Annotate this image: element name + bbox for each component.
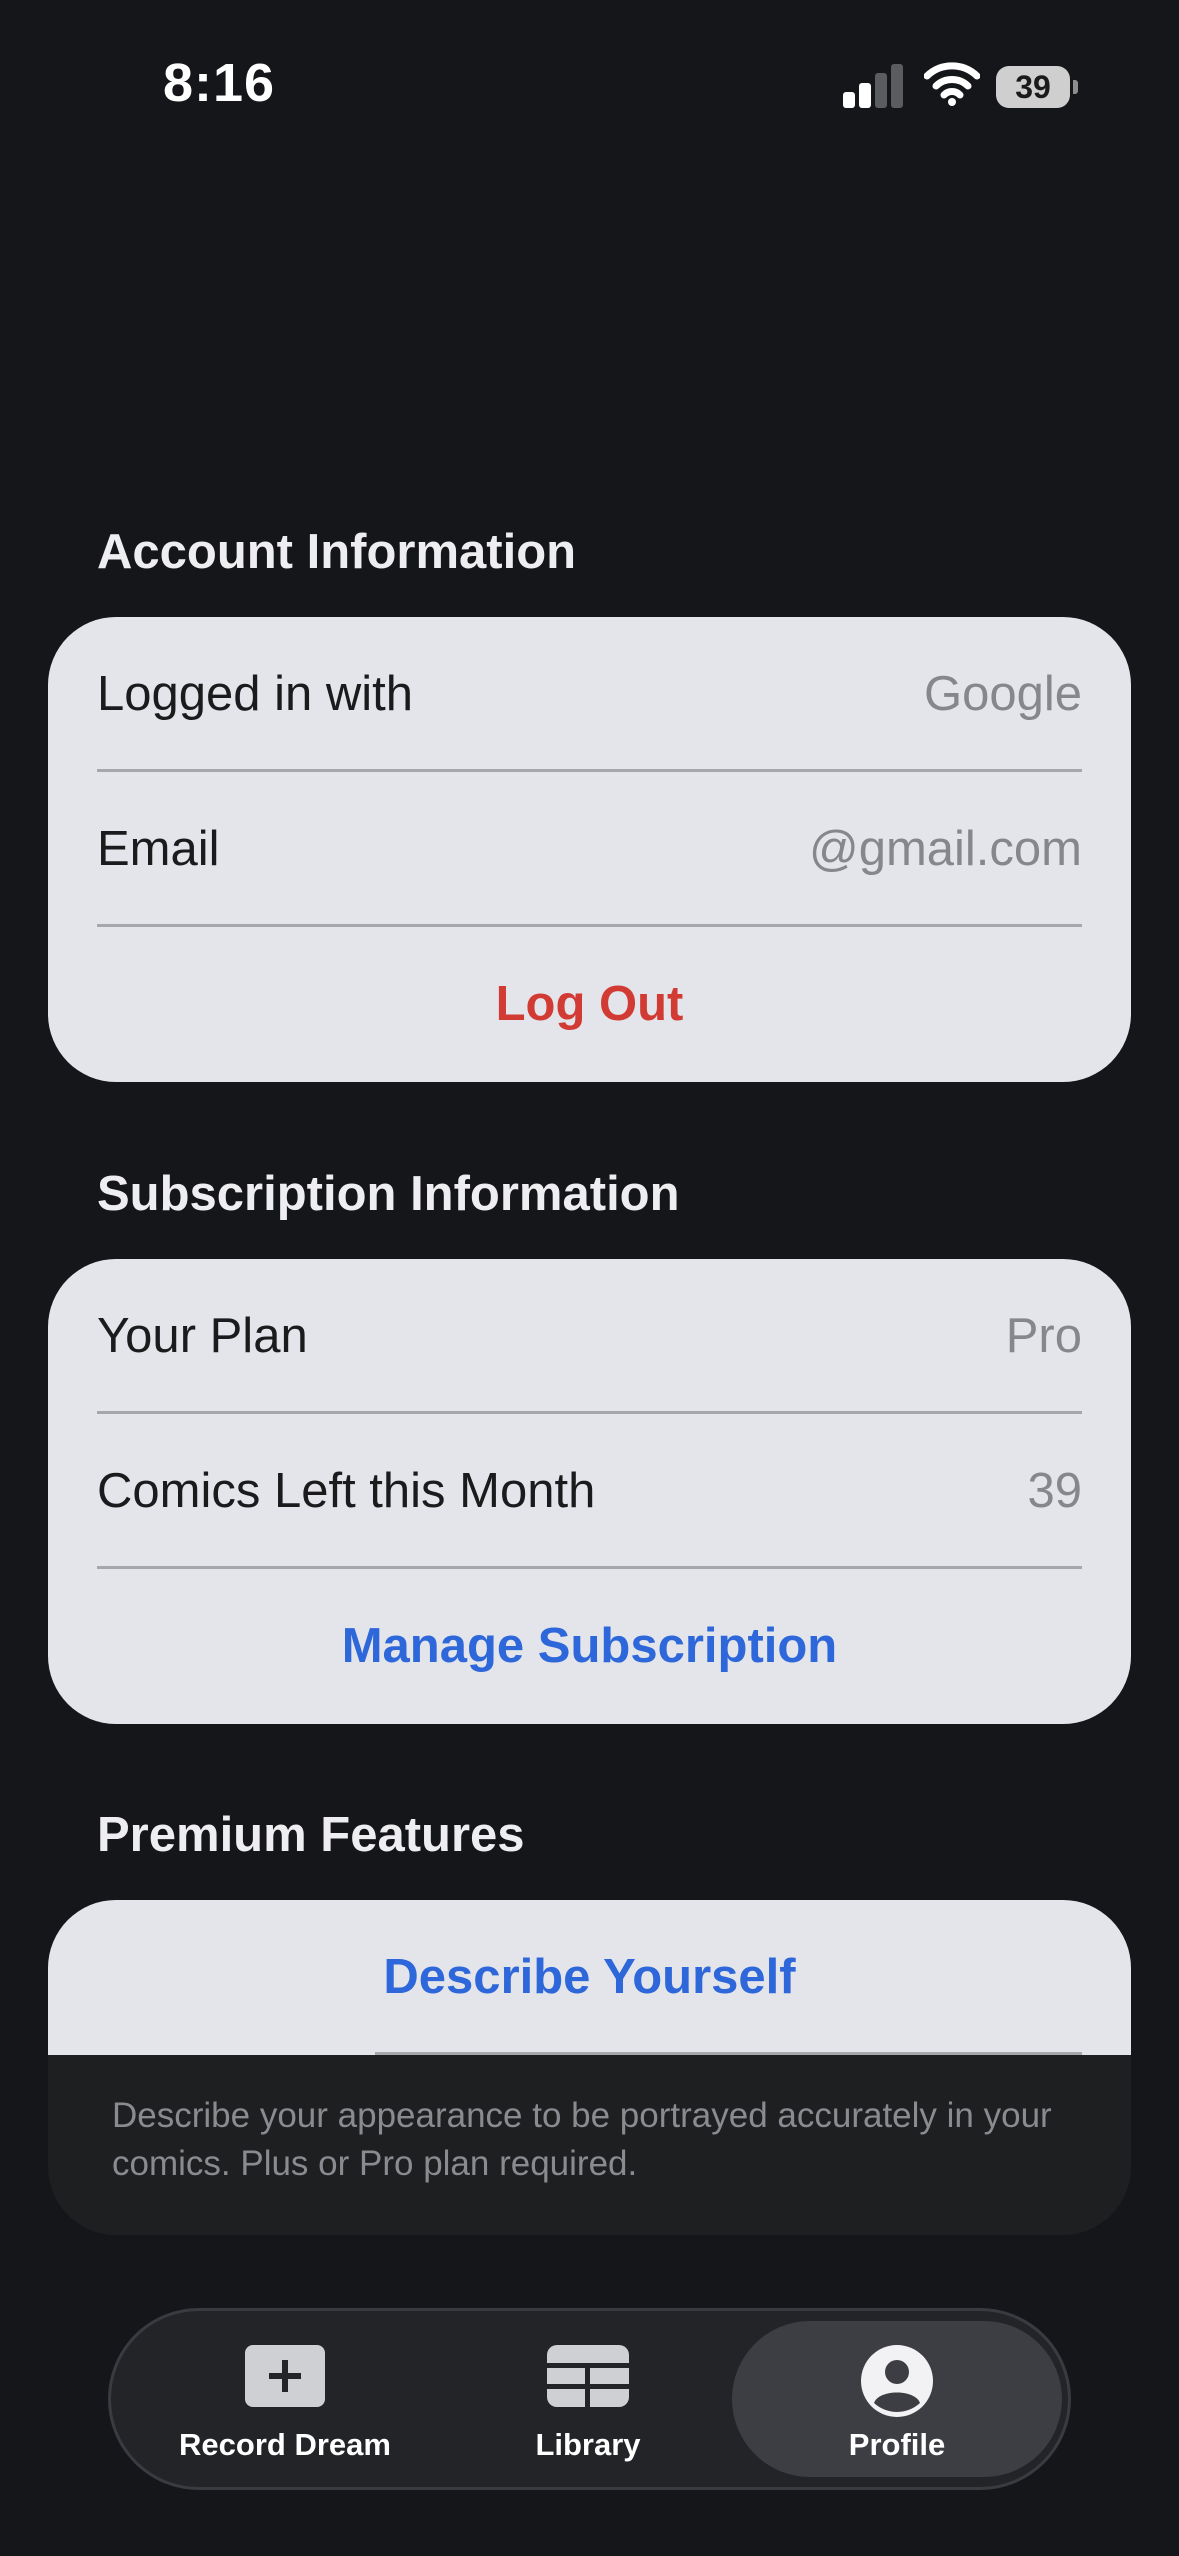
row-label: Comics Left this Month xyxy=(97,1464,596,1518)
subscription-card: Your Plan Pro Comics Left this Month 39 … xyxy=(48,1259,1131,1724)
row-label: Your Plan xyxy=(97,1309,308,1363)
cellular-signal-icon xyxy=(843,62,905,108)
tab-label: Profile xyxy=(848,2427,946,2462)
email-row: Email @gmail.com xyxy=(48,772,1131,927)
row-value: 39 xyxy=(1027,1464,1082,1518)
manage-subscription-button[interactable]: Manage Subscription xyxy=(48,1569,1131,1724)
grid-icon xyxy=(547,2345,629,2407)
tab-record-dream[interactable]: Record Dream xyxy=(111,2311,459,2487)
wifi-icon xyxy=(924,62,980,106)
divider xyxy=(97,924,1082,927)
account-section-title: Account Information xyxy=(97,525,577,579)
describe-yourself-button[interactable]: Describe Yourself xyxy=(48,1900,1131,2055)
row-label: Email xyxy=(97,822,220,876)
tab-bar: Record Dream Library Profile xyxy=(108,2308,1071,2490)
status-time: 8:16 xyxy=(163,53,276,113)
logged-in-with-row: Logged in with Google xyxy=(48,617,1131,772)
comics-left-row: Comics Left this Month 39 xyxy=(48,1414,1131,1569)
battery-percent: 39 xyxy=(1015,69,1051,105)
row-value: @gmail.com xyxy=(808,822,1082,876)
row-value: Google xyxy=(923,667,1082,721)
log-out-button[interactable]: Log Out xyxy=(48,927,1131,1082)
premium-note: Describe your appearance to be portrayed… xyxy=(112,2096,1052,2183)
premium-section-title: Premium Features xyxy=(97,1808,525,1862)
tab-profile[interactable]: Profile xyxy=(732,2321,1062,2477)
describe-yourself-row: Describe Yourself xyxy=(48,1900,1131,2055)
status-bar: 8:16 39 xyxy=(0,0,1179,170)
tab-library[interactable]: Library xyxy=(473,2311,703,2487)
battery-icon: 39 xyxy=(996,66,1078,108)
account-card: Logged in with Google Email @gmail.com L… xyxy=(48,617,1131,1082)
tab-label: Record Dream xyxy=(179,2427,391,2462)
divider xyxy=(97,1566,1082,1569)
row-label: Logged in with xyxy=(97,667,414,721)
subscription-section-title: Subscription Information xyxy=(97,1167,680,1221)
plan-row: Your Plan Pro xyxy=(48,1259,1131,1414)
tab-label: Library xyxy=(535,2427,641,2462)
row-value: Pro xyxy=(1005,1309,1082,1363)
premium-card: Describe Yourself Describe your appearan… xyxy=(48,1900,1131,2235)
person-circle-icon xyxy=(861,2345,933,2417)
plus-square-icon xyxy=(245,2345,325,2407)
divider xyxy=(375,2052,1082,2055)
